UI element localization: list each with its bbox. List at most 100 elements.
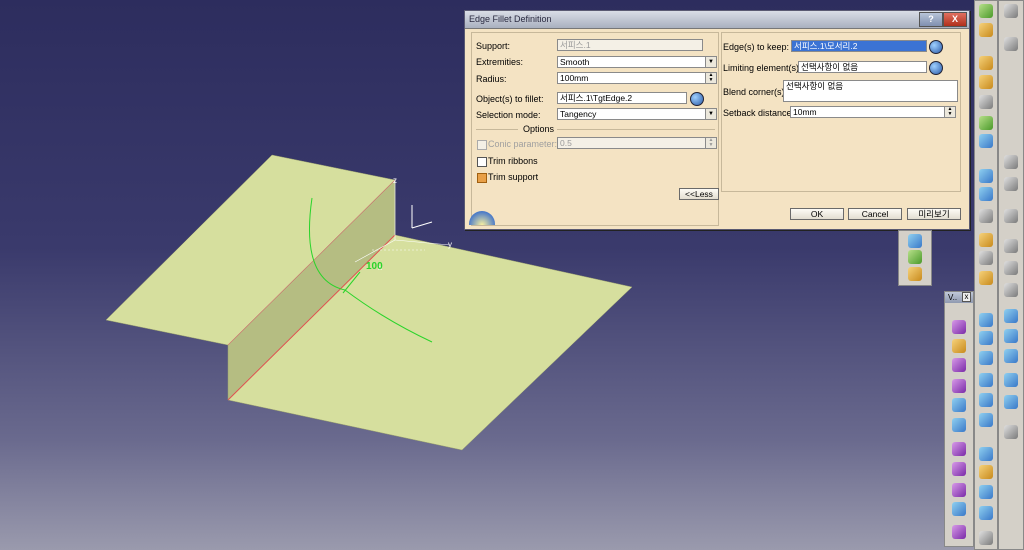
limiting-list-icon[interactable]	[929, 61, 943, 75]
radius-dimension-label[interactable]: 100	[366, 261, 383, 272]
support-field[interactable]: 서피스.1	[557, 39, 703, 51]
parallel-curve-icon[interactable]	[979, 485, 993, 499]
blend-corners-field[interactable]: 선택사항이 없음	[783, 80, 958, 102]
face-fillet-icon[interactable]	[908, 267, 922, 281]
support-label: Support:	[476, 41, 511, 51]
move-tool-icon[interactable]	[1004, 177, 1018, 191]
disassemble-tool-icon[interactable]	[952, 379, 966, 393]
projection-tool-icon[interactable]	[979, 75, 993, 89]
ok-button[interactable]: OK	[790, 208, 844, 220]
floating-toolbar-small	[898, 230, 932, 286]
conic-parameter-label: Conic parameter:	[488, 139, 558, 149]
blend-tool-icon[interactable]	[979, 373, 993, 387]
arc-tool-icon[interactable]	[1004, 309, 1018, 323]
less-button[interactable]: <<Less	[679, 188, 719, 200]
extremities-label: Extremities:	[476, 57, 524, 67]
trim-ribbons-checkbox[interactable]	[477, 157, 487, 167]
toolbar-close-icon[interactable]: x	[962, 292, 971, 302]
right-toolbar-column-1	[974, 0, 998, 550]
offset-tool-icon[interactable]	[979, 116, 993, 130]
axis-z-label: z	[393, 176, 397, 185]
help-button[interactable]: ?	[919, 12, 943, 27]
helix-tool-icon[interactable]	[979, 187, 993, 201]
spinner-icon[interactable]: ▲ ▼	[944, 107, 955, 117]
extract-tool-icon[interactable]	[952, 462, 966, 476]
boundary-tool-icon[interactable]	[952, 442, 966, 456]
revolve-tool-icon[interactable]	[979, 233, 993, 247]
connect-curve-icon[interactable]	[979, 447, 993, 461]
chevron-down-icon[interactable]: ▼	[705, 109, 716, 119]
car-tool-icon[interactable]	[1004, 37, 1018, 51]
constraint-tool-icon[interactable]	[1004, 425, 1018, 439]
cancel-button[interactable]: Cancel	[848, 208, 902, 220]
options-label: Options	[523, 124, 555, 134]
surface-tool-icon[interactable]	[979, 413, 993, 427]
extremities-select[interactable]: Smooth ▼	[557, 56, 717, 68]
profile-tool-icon[interactable]	[1004, 239, 1018, 253]
spline-tool-icon[interactable]	[979, 169, 993, 183]
fillet-tool-icon[interactable]	[908, 234, 922, 248]
healing-tool-icon[interactable]	[952, 339, 966, 353]
circle-sketch-icon[interactable]	[1004, 349, 1018, 363]
radius-input[interactable]: 100mm ▲ ▼	[557, 72, 717, 84]
sweep-tool-icon[interactable]	[979, 313, 993, 327]
variable-fillet-icon[interactable]	[908, 250, 922, 264]
intersection-tool-icon[interactable]	[979, 95, 993, 109]
plane-tool-icon[interactable]	[979, 56, 993, 70]
3d-curve-icon[interactable]	[979, 506, 993, 520]
axis-y-label: y	[448, 240, 452, 249]
trim-tool-icon[interactable]	[952, 418, 966, 432]
spinner-icon[interactable]: ▲ ▼	[705, 73, 716, 83]
split-tool-icon[interactable]	[952, 398, 966, 412]
select-arrow-icon[interactable]	[1004, 155, 1018, 169]
corner-tool-icon[interactable]	[979, 465, 993, 479]
close-button[interactable]: X	[943, 12, 967, 27]
symmetry-tool-icon[interactable]	[952, 525, 966, 539]
extrude-tool-icon[interactable]	[979, 209, 993, 223]
rotate-tool-icon[interactable]	[952, 502, 966, 516]
selection-mode-value: Tangency	[560, 109, 597, 119]
setback-distance-value: 10mm	[793, 107, 817, 117]
conic-parameter-input[interactable]: 0.5 ▲ ▼	[557, 137, 717, 149]
conic-parameter-checkbox[interactable]	[477, 140, 487, 150]
cylinder-tool-icon[interactable]	[979, 271, 993, 285]
multisection-tool-icon[interactable]	[979, 393, 993, 407]
spinner-icon[interactable]: ▲ ▼	[705, 138, 716, 148]
axis-sketch-icon[interactable]	[1004, 283, 1018, 297]
line-tool-icon[interactable]	[979, 23, 993, 37]
fill-tool-icon[interactable]	[979, 331, 993, 345]
untrim-tool-icon[interactable]	[952, 358, 966, 372]
ellipse-tool-icon[interactable]	[1004, 373, 1018, 387]
rotate-view-icon[interactable]	[1004, 395, 1018, 409]
line-sketch-icon[interactable]	[1004, 261, 1018, 275]
dialog-title: Edge Fillet Definition	[469, 14, 552, 24]
edges-list-icon[interactable]	[929, 40, 943, 54]
limiting-elements-label: Limiting element(s):	[723, 63, 802, 73]
radius-value: 100mm	[560, 73, 589, 83]
chevron-down-icon[interactable]: ▼	[705, 57, 716, 67]
selection-mode-select[interactable]: Tangency ▼	[557, 108, 717, 120]
edit-tool-icon[interactable]	[1004, 209, 1018, 223]
edges-to-keep-field[interactable]: 서피스.1\모서리.2	[791, 40, 927, 52]
axis-system-icon[interactable]	[979, 531, 993, 545]
translate-tool-icon[interactable]	[952, 483, 966, 497]
sphere-tool-icon[interactable]	[979, 251, 993, 265]
rectangle-tool-icon[interactable]	[1004, 329, 1018, 343]
radius-label: Radius:	[476, 74, 507, 84]
loft-tool-icon[interactable]	[979, 351, 993, 365]
options-separator-left	[476, 129, 518, 130]
objects-list-icon[interactable]	[690, 92, 704, 106]
trim-support-checkbox[interactable]	[477, 173, 487, 183]
join-tool-icon[interactable]	[952, 320, 966, 334]
toolbar-titlebar[interactable]: V.. x	[945, 292, 973, 303]
setback-distance-input[interactable]: 10mm ▲ ▼	[790, 106, 956, 118]
point-tool-icon[interactable]	[979, 4, 993, 18]
circle-tool-icon[interactable]	[979, 134, 993, 148]
sketch-tool-icon[interactable]	[1004, 4, 1018, 18]
limiting-elements-field[interactable]: 선택사항이 없음	[798, 61, 927, 73]
preview-button[interactable]: 미리보기	[907, 208, 961, 220]
dialog-titlebar[interactable]: Edge Fillet Definition ? X	[465, 11, 969, 29]
setback-distance-label: Setback distance:	[723, 108, 795, 118]
objects-field[interactable]: 서피스.1\TgtEdge.2	[557, 92, 687, 104]
selection-mode-label: Selection mode:	[476, 110, 541, 120]
